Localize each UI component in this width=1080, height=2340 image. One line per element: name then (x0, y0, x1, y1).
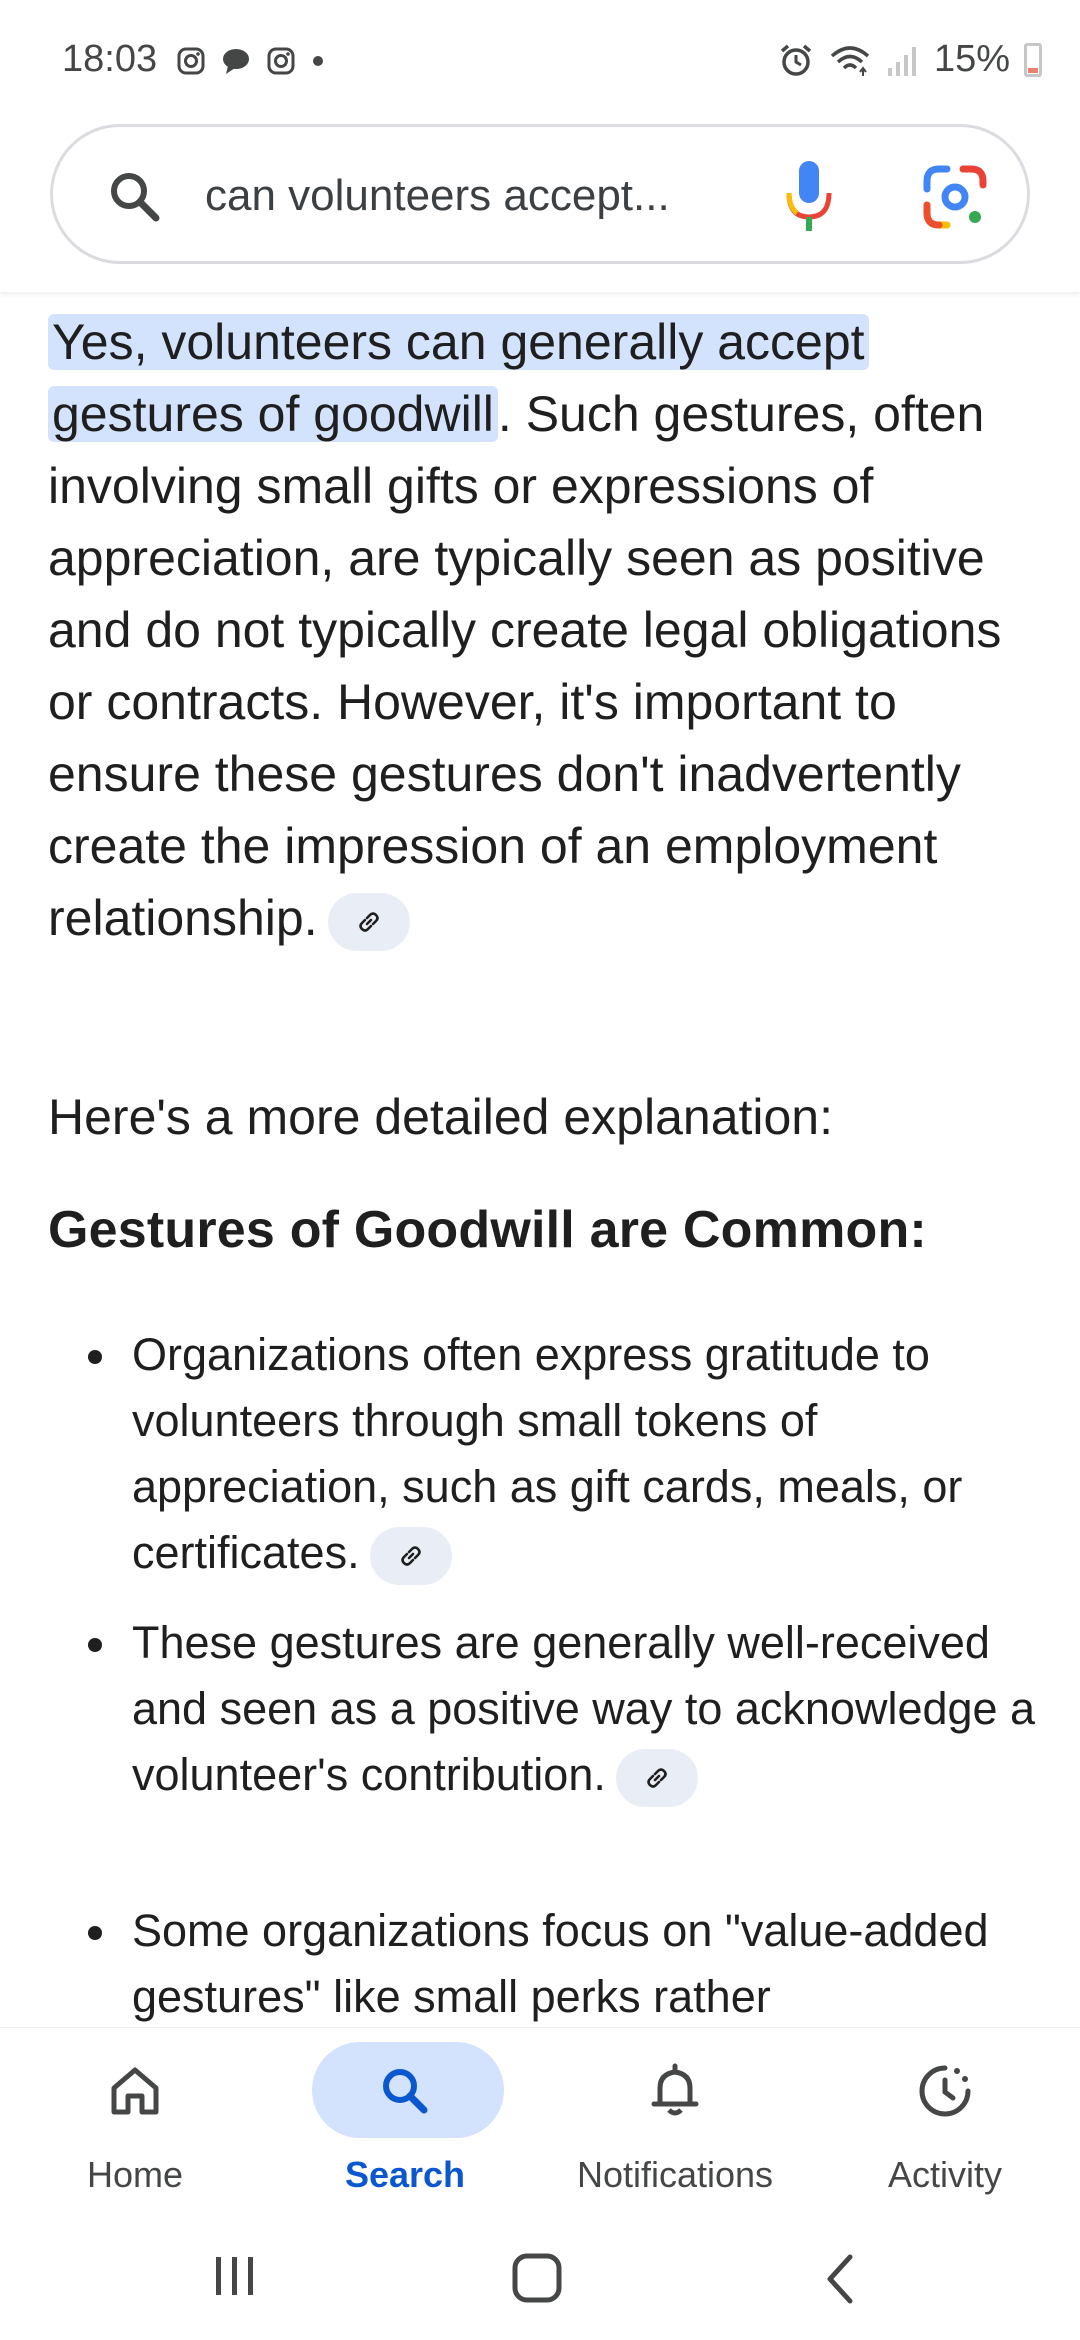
nav-item-notifications[interactable]: Notifications (540, 2028, 810, 2218)
activity-icon (919, 2065, 971, 2117)
microphone-icon[interactable] (783, 157, 835, 237)
nav-label-search: Search (344, 2154, 466, 2195)
bullet-dot (88, 1350, 102, 1364)
ai-overview-content: Yes, volunteers can generally accept ges… (0, 292, 1080, 2027)
wifi-icon (830, 45, 870, 76)
dot-icon (313, 56, 323, 66)
section-heading: Gestures of Goodwill are Common: (48, 1201, 927, 1259)
bullet-text: These gestures are generally well-receiv… (132, 1617, 1036, 1800)
nav-label-home: Home (86, 2154, 184, 2195)
answer-paragraph: Yes, volunteers can generally accept ges… (48, 306, 1048, 954)
source-link-chip[interactable] (615, 1749, 698, 1808)
link-icon (647, 1768, 667, 1788)
answer-body: . Such gestures, often involving small g… (48, 386, 1002, 946)
bullet-text: Some organizations focus on "value-added… (132, 1905, 989, 2022)
search-input[interactable]: can volunteers accept... (205, 171, 670, 221)
status-time: 18:03 (62, 38, 158, 80)
status-bar: 18:03 15% (0, 0, 1080, 120)
nav-item-search[interactable]: Search (270, 2028, 540, 2218)
alarm-icon (780, 44, 812, 76)
battery-percent: 15% (933, 38, 1010, 80)
search-icon[interactable] (105, 167, 165, 227)
back-icon[interactable] (820, 2251, 864, 2307)
chat-icon (223, 49, 249, 74)
signal-icon (887, 46, 916, 76)
instagram-icon (177, 47, 205, 75)
google-lens-icon[interactable] (921, 163, 989, 231)
bottom-navigation: Home Search Notifications Activity (0, 2027, 1080, 2217)
more-explanation-text: Here's a more detailed explanation: (48, 1089, 834, 1145)
battery-icon (1024, 42, 1042, 77)
link-icon (358, 912, 379, 932)
recent-apps-icon[interactable] (210, 2251, 260, 2301)
nav-item-activity[interactable]: Activity (810, 2028, 1080, 2218)
search-header: can volunteers accept... (0, 120, 1080, 292)
bullet-dot (88, 1638, 102, 1652)
notification-icons (176, 46, 326, 76)
system-navigation-bar (0, 2217, 1080, 2340)
bullet-dot (88, 1926, 102, 1940)
home-button-icon[interactable] (510, 2251, 566, 2307)
nav-label-notifications: Notifications (576, 2154, 774, 2195)
bullet-text: Organizations often express gratitude to… (132, 1329, 963, 1578)
nav-label-activity: Activity (887, 2154, 1002, 2195)
source-link-chip[interactable] (369, 1527, 452, 1586)
status-right: 15% (778, 38, 1042, 81)
bell-icon (651, 2063, 699, 2116)
search-icon (383, 2069, 428, 2114)
instagram-icon (267, 47, 295, 75)
search-box[interactable]: can volunteers accept... (50, 124, 1030, 264)
nav-item-home[interactable]: Home (0, 2028, 270, 2218)
home-icon (111, 2067, 159, 2115)
source-link-chip[interactable] (327, 892, 410, 951)
link-icon (400, 1546, 421, 1566)
